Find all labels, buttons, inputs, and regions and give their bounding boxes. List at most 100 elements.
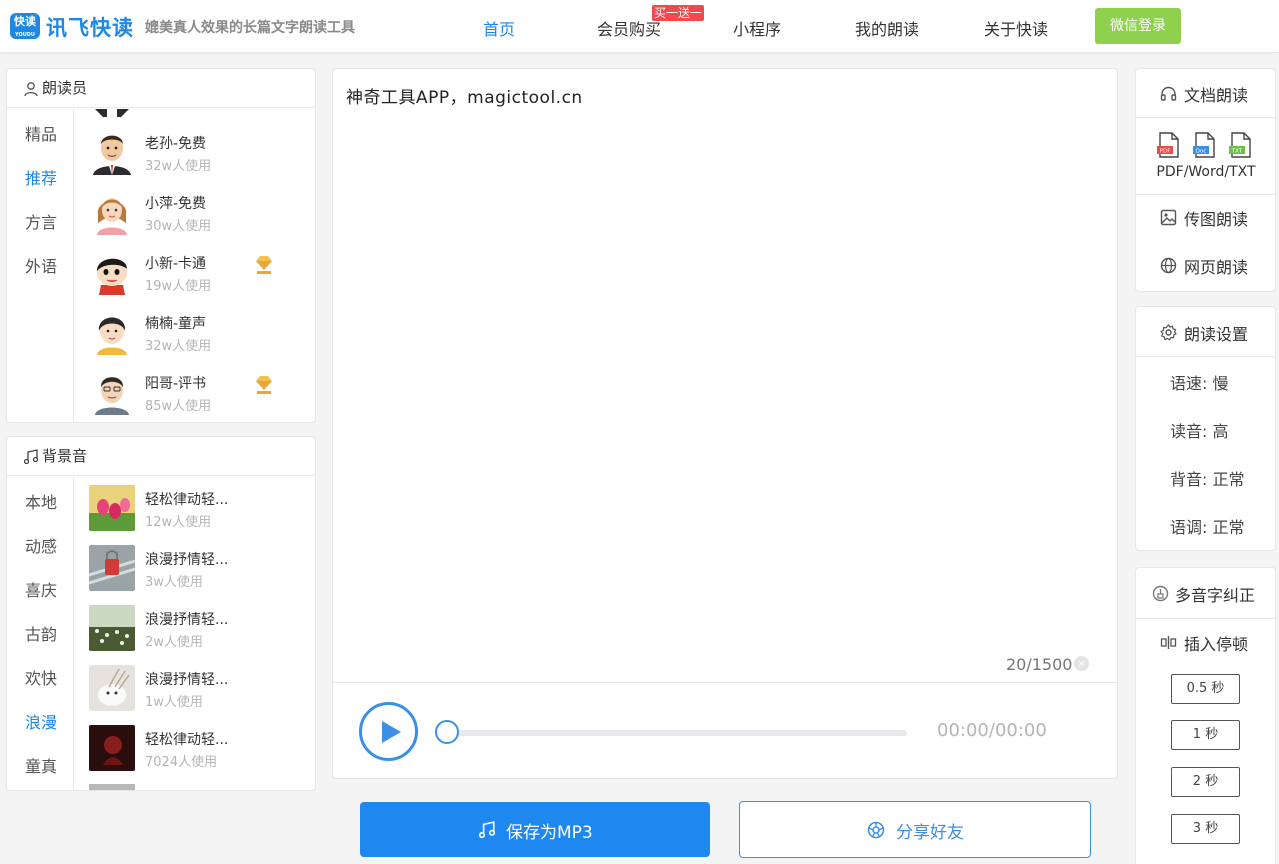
document-read-title-row[interactable]: 文档朗读 (1136, 73, 1275, 113)
play-button[interactable] (359, 702, 418, 761)
web-read-row[interactable]: 网页朗读 (1136, 245, 1275, 285)
logo-subtext: YOUDU (15, 32, 35, 38)
reader-category-dialect[interactable]: 方言 (25, 209, 57, 233)
reader-category-foreign[interactable]: 外语 (25, 253, 57, 277)
partial-avatar (95, 109, 129, 117)
pause-0-5s-button[interactable]: 0.5 秒 (1171, 674, 1240, 704)
insert-pause-row: 插入停顿 (1136, 622, 1275, 662)
voice-name: 楠楠-童声 (145, 316, 207, 332)
voice-avatar-xiaoxin (89, 249, 135, 295)
bgm-category-romantic[interactable]: 浪漫 (25, 709, 57, 733)
doc-badge-text: Doc (1196, 149, 1207, 155)
txt-file-icon: TXT (1229, 132, 1251, 158)
music-note-icon (23, 449, 39, 465)
voice-name: 小新-卡通 (145, 256, 207, 272)
bgm-category-classical[interactable]: 古韵 (25, 621, 57, 645)
voice-uses: 32w人使用 (145, 159, 212, 174)
headphones-icon (1160, 86, 1177, 101)
voice-avatar-yangge (89, 369, 135, 415)
voice-item[interactable]: 阳哥-评书 85w人使用 (89, 369, 309, 422)
wechat-login-button[interactable]: 微信登录 (1095, 8, 1181, 44)
bgm-uses: 7024人使用 (145, 755, 218, 770)
text-editor-panel: 神奇工具APP，magictool.cn 20/1500 × 00:00/00:… (332, 68, 1118, 779)
pause-3s-button[interactable]: 3 秒 (1171, 814, 1240, 844)
reader-category-list: 精品 推荐 方言 外语 (7, 109, 74, 422)
bgm-panel-header: 背景音 (7, 437, 315, 476)
image-read-row[interactable]: 传图朗读 (1136, 197, 1275, 237)
bgm-thumb-dark (89, 725, 135, 771)
vip-diamond-icon (256, 376, 272, 394)
progress-handle[interactable] (435, 720, 459, 744)
globe-icon (1160, 257, 1177, 274)
bgm-thumb-field (89, 605, 135, 651)
bgm-category-cheerful[interactable]: 欢快 (25, 665, 57, 689)
file-types-label: PDF/Word/TXT (1156, 164, 1256, 180)
nav-my-reading[interactable]: 我的朗读 (855, 16, 919, 40)
voice-uses: 85w人使用 (145, 399, 212, 414)
bg-volume-setting[interactable]: 背音: 正常 (1170, 466, 1244, 490)
clear-icon[interactable]: × (1074, 656, 1089, 671)
polyphone-label: 多音字纠正 (1175, 586, 1256, 605)
pause-insert-icon (1160, 636, 1177, 649)
bgm-category-list: 本地 动感 喜庆 古韵 欢快 浪漫 童真 (7, 477, 74, 790)
image-icon (1160, 209, 1177, 226)
brand-slogan: 媲美真人效果的长篇文字朗读工具 (145, 20, 355, 36)
reader-panel-header: 朗读员 (7, 69, 315, 108)
nav-miniapp[interactable]: 小程序 (733, 16, 781, 40)
pitch-setting[interactable]: 语调: 正常 (1170, 514, 1244, 538)
reader-category-recommended[interactable]: 推荐 (25, 165, 57, 189)
brand-name[interactable]: 讯飞快读 (46, 12, 134, 42)
save-mp3-button[interactable]: 保存为MP3 (360, 802, 710, 857)
bgm-item[interactable]: 轻松律动轻... 12w人使用 (89, 485, 309, 541)
logo-icon[interactable]: 快读 YOUDU (10, 13, 40, 39)
bgm-item[interactable]: 轻松律动轻... 7024人使用 (89, 725, 309, 781)
nav-home[interactable]: 首页 (483, 16, 515, 40)
divider (1136, 356, 1275, 357)
bgm-category-local[interactable]: 本地 (25, 489, 57, 513)
nav-about[interactable]: 关于快读 (984, 16, 1048, 40)
reader-category-premium[interactable]: 精品 (25, 121, 57, 145)
audio-player: 00:00/00:00 (333, 682, 1117, 778)
voice-item[interactable]: 楠楠-童声 32w人使用 (89, 309, 309, 365)
bgm-category-innocent[interactable]: 童真 (25, 753, 57, 777)
pause-1s-button[interactable]: 1 秒 (1171, 720, 1240, 750)
editor-textarea[interactable]: 神奇工具APP，magictool.cn (346, 83, 583, 108)
promo-badge: 买一送一 (652, 5, 704, 21)
document-read-title: 文档朗读 (1184, 86, 1249, 105)
music-note-icon (478, 821, 496, 839)
word-file-icon: Doc (1193, 132, 1215, 158)
web-read-label: 网页朗读 (1184, 258, 1249, 277)
voice-item[interactable]: 小萍-免费 30w人使用 (89, 189, 309, 245)
bgm-item[interactable]: 浪漫抒情轻... 1w人使用 (89, 665, 309, 721)
voice-item[interactable]: 小新-卡通 19w人使用 (89, 249, 309, 305)
reader-panel: 朗读员 精品 推荐 方言 外语 老孙-免费 32w人使用 小萍-免费 30w人使… (6, 68, 316, 423)
voice-uses: 32w人使用 (145, 339, 212, 354)
volume-setting[interactable]: 读音: 高 (1170, 418, 1228, 442)
speed-setting[interactable]: 语速: 慢 (1170, 370, 1228, 394)
share-button[interactable]: 分享好友 (739, 801, 1091, 858)
file-type-upload[interactable]: PDF Doc TXT PDF/Word/TXT (1136, 119, 1275, 194)
bgm-name: 浪漫抒情轻... (145, 612, 229, 628)
pause-2s-button[interactable]: 2 秒 (1171, 767, 1240, 797)
divider (1136, 194, 1275, 195)
voice-avatar-laosun (89, 129, 135, 175)
reading-settings-panel: 朗读设置 语速: 慢 读音: 高 背音: 正常 语调: 正常 (1135, 306, 1276, 551)
voice-uses: 30w人使用 (145, 219, 212, 234)
bgm-name: 浪漫抒情轻... (145, 552, 229, 568)
progress-track[interactable] (447, 730, 907, 736)
share-label: 分享好友 (896, 823, 964, 843)
bgm-item[interactable]: 浪漫抒情轻... 2w人使用 (89, 605, 309, 661)
bgm-panel: 背景音 本地 动感 喜庆 古韵 欢快 浪漫 童真 轻松律动轻... 12w人使用… (6, 436, 316, 791)
person-icon (24, 82, 38, 97)
voice-item[interactable]: 老孙-免费 32w人使用 (89, 129, 309, 185)
txt-badge-text: TXT (1231, 149, 1243, 155)
bgm-uses: 12w人使用 (145, 515, 212, 530)
polyphone-row[interactable]: 多音字纠正 (1136, 573, 1275, 613)
voice-name: 阳哥-评书 (145, 376, 207, 392)
bgm-category-festive[interactable]: 喜庆 (25, 577, 57, 601)
bgm-item[interactable]: 浪漫抒情轻... 3w人使用 (89, 545, 309, 601)
bgm-category-dynamic[interactable]: 动感 (25, 533, 57, 557)
bgm-name: 浪漫抒情轻... (145, 672, 229, 688)
bgm-uses: 3w人使用 (145, 575, 203, 590)
bgm-name: 轻松律动轻... (145, 732, 229, 748)
